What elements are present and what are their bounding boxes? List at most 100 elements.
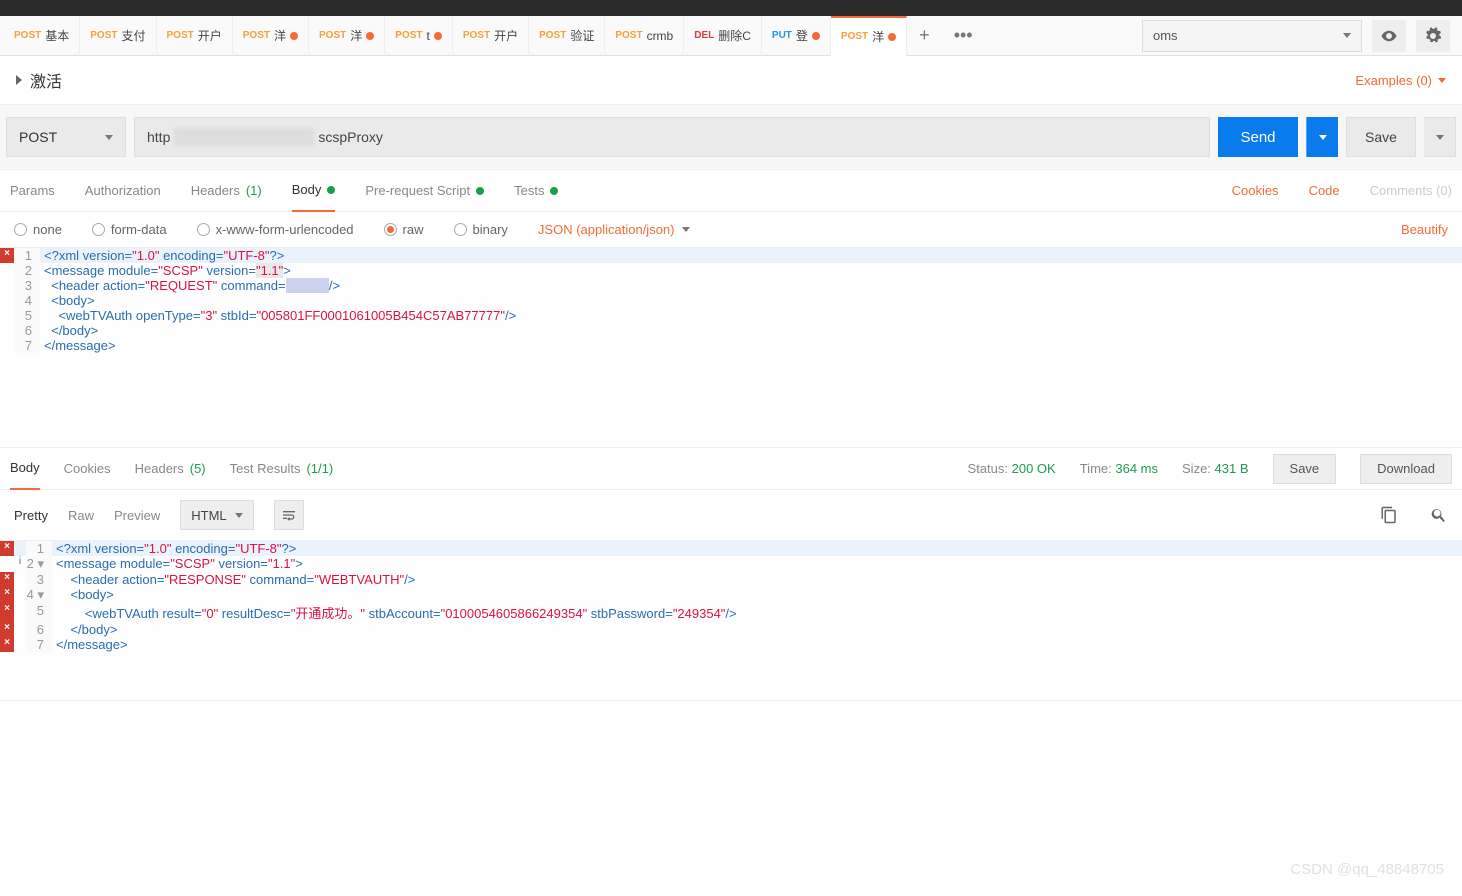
response-tab-cookies[interactable]: Cookies [64, 461, 111, 476]
body-form-data-radio[interactable]: form-data [92, 222, 167, 237]
chevron-down-icon [105, 135, 113, 140]
tab-label: 基本 [45, 27, 69, 44]
response-view-bar: Pretty Raw Preview HTML [0, 490, 1462, 541]
request-tab[interactable]: POST 开户 [453, 16, 529, 56]
wrap-toggle-button[interactable] [274, 500, 304, 530]
tab-label: 洋 [350, 27, 362, 44]
request-tab[interactable]: POST 洋 [831, 16, 907, 56]
save-response-button[interactable]: Save [1273, 454, 1337, 484]
env-quick-look-button[interactable] [1372, 20, 1406, 52]
format-select[interactable]: HTML [180, 500, 253, 530]
eye-icon [1380, 27, 1398, 45]
watermark: CSDN @qq_48848705 [1290, 861, 1444, 878]
request-tab[interactable]: POST洋 [309, 16, 385, 56]
app-topbar [0, 0, 1462, 16]
request-tab[interactable]: POST crmb [605, 16, 684, 56]
tab-pre-request-script[interactable]: Pre-request Script [365, 170, 484, 212]
request-tab[interactable]: POST 洋 [233, 16, 309, 56]
body-binary-radio[interactable]: binary [454, 222, 508, 237]
view-pretty[interactable]: Pretty [14, 508, 48, 523]
body-none-radio[interactable]: none [14, 222, 62, 237]
tab-body[interactable]: Body [292, 170, 336, 212]
copy-icon[interactable] [1380, 506, 1398, 524]
url-prefix: http [147, 129, 170, 145]
environment-selected: oms [1153, 28, 1178, 43]
error-marker-icon: × [0, 572, 14, 587]
tab-label: crmb [647, 29, 674, 43]
tab-authorization[interactable]: Authorization [85, 170, 161, 212]
url-bar: POST http scspProxy Send Save [0, 105, 1462, 170]
method-select[interactable]: POST [6, 117, 126, 157]
request-body-editor[interactable]: ×1<?xml version="1.0" encoding="UTF-8"?>… [0, 248, 1462, 448]
response-tab-body[interactable]: Body [10, 448, 40, 490]
tab-method: POST [395, 30, 422, 41]
gear-icon [1424, 27, 1442, 45]
request-tab[interactable]: DEL删除C [684, 16, 762, 56]
tab-tests[interactable]: Tests [514, 170, 558, 212]
send-options-button[interactable] [1306, 117, 1338, 157]
body-urlencoded-radio[interactable]: x-www-form-urlencoded [197, 222, 354, 237]
beautify-button[interactable]: Beautify [1401, 222, 1448, 237]
dot-indicator [550, 187, 558, 195]
more-tabs-button[interactable]: ••• [942, 25, 985, 46]
tab-label: 开户 [198, 27, 222, 44]
tab-method: POST [463, 30, 490, 41]
request-tab[interactable]: POST验证 [529, 16, 605, 56]
chevron-down-icon [1319, 135, 1327, 140]
environment-select[interactable]: oms [1142, 20, 1362, 52]
chevron-down-icon [1436, 135, 1444, 140]
tab-label: 开户 [494, 27, 518, 44]
tab-headers[interactable]: Headers (1) [191, 170, 262, 212]
save-button[interactable]: Save [1346, 117, 1416, 157]
response-size: Size: 431 B [1182, 461, 1249, 476]
url-input[interactable]: http scspProxy [134, 117, 1210, 157]
new-tab-button[interactable]: + [907, 25, 942, 46]
tab-method: POST [243, 30, 270, 41]
send-button[interactable]: Send [1218, 117, 1298, 157]
tab-label: 删除C [718, 27, 751, 44]
request-tab[interactable]: PUT登 [762, 16, 831, 56]
examples-label: Examples (0) [1355, 73, 1432, 88]
comments-link[interactable]: Comments (0) [1370, 183, 1452, 198]
error-marker-icon: × [0, 603, 14, 622]
chevron-down-icon [682, 227, 690, 232]
tab-label: 洋 [274, 27, 286, 44]
content-type-select[interactable]: JSON (application/json) [538, 222, 691, 237]
response-time: Time: 364 ms [1080, 461, 1158, 476]
save-options-button[interactable] [1424, 117, 1456, 157]
settings-button[interactable] [1416, 20, 1450, 52]
request-tab[interactable]: POST支付 [80, 16, 156, 56]
error-marker-icon: × [0, 622, 14, 637]
chevron-down-icon [235, 513, 243, 518]
error-marker-icon: × [0, 587, 14, 603]
response-tabs: Body Cookies Headers (5) Test Results (1… [0, 448, 1462, 490]
url-suffix: scspProxy [318, 129, 383, 145]
request-tab[interactable]: POST基本 [4, 16, 80, 56]
tab-method: POST [539, 30, 566, 41]
request-tabs: POST基本POST支付POST开户POST洋POST洋POSTtPOST开户P… [0, 16, 1462, 56]
tab-method: POST [615, 30, 642, 41]
fold-icon[interactable]: i [14, 556, 26, 572]
wrap-icon [281, 507, 297, 523]
tab-method: POST [841, 31, 868, 42]
response-tab-headers[interactable]: Headers (5) [135, 461, 206, 476]
body-raw-radio[interactable]: raw [384, 222, 424, 237]
view-raw[interactable]: Raw [68, 508, 94, 523]
response-tab-tests[interactable]: Test Results (1/1) [230, 461, 334, 476]
request-tab[interactable]: POST开户 [157, 16, 233, 56]
cookies-link[interactable]: Cookies [1232, 183, 1279, 198]
error-marker-icon: × [0, 637, 14, 652]
tab-label: 洋 [872, 28, 884, 45]
code-link[interactable]: Code [1309, 183, 1340, 198]
tab-params[interactable]: Params [10, 170, 55, 212]
examples-dropdown[interactable]: Examples (0) [1355, 73, 1446, 88]
tab-label: 登 [796, 27, 808, 44]
unsaved-dot-icon [888, 33, 896, 41]
search-icon[interactable] [1430, 506, 1448, 524]
response-body-editor[interactable]: ×1<?xml version="1.0" encoding="UTF-8"?>… [0, 541, 1462, 701]
collapse-icon[interactable] [16, 75, 22, 85]
download-response-button[interactable]: Download [1360, 454, 1452, 484]
view-preview[interactable]: Preview [114, 508, 160, 523]
chevron-down-icon [1438, 78, 1446, 83]
request-tab[interactable]: POSTt [385, 16, 453, 56]
